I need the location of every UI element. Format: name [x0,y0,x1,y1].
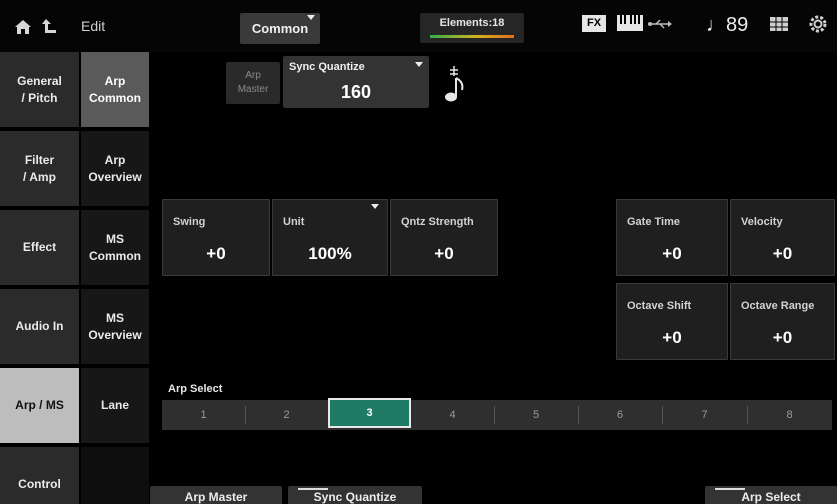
arp-select-5[interactable]: 5 [494,400,578,430]
arp-select-row: 1 2 3 4 5 6 7 8 [162,398,832,430]
qntz-strength-value: +0 [434,244,454,263]
nav-control[interactable]: Control [0,447,81,504]
swing-value: +0 [206,244,226,263]
tab-ms-common[interactable]: MS Common [81,210,149,289]
keyboard-icon [617,15,643,31]
tab-label: Arp Common [89,74,141,105]
nav-label: Filter / Amp [23,153,56,184]
arp-select-3[interactable]: 3 [328,398,411,428]
sync-quantize-bottom-button[interactable]: Sync Quantize [288,486,422,504]
swing-field[interactable]: Swing +0 [162,199,270,276]
arp-select-2[interactable]: 2 [245,400,328,430]
arp-select-label: Arp Select [168,383,223,395]
octave-range-value: +0 [772,328,793,347]
tab-ms-overview[interactable]: MS Overview [81,289,149,368]
nav-general-pitch[interactable]: General / Pitch [0,52,81,131]
gate-time-value: +0 [662,244,682,263]
nav-arp-ms[interactable]: Arp / MS [0,368,81,447]
fx-badge[interactable]: FX [582,15,606,32]
nav-label: Effect [22,240,57,255]
tab-lane[interactable]: Lane [81,368,149,447]
qntz-strength-label: Qntz Strength [401,216,474,228]
unit-label: Unit [283,216,305,228]
octave-shift-value: +0 [662,328,682,347]
gate-time-label: Gate Time [627,216,680,228]
common-part-button[interactable]: Common [240,13,320,44]
tab-label: MS Overview [88,311,142,342]
gate-time-field[interactable]: Gate Time +0 [616,199,728,276]
tab-label: Lane [100,398,129,413]
unit-value: 100% [308,244,352,263]
sync-quantize-field[interactable]: Sync Quantize 160 [283,56,429,108]
nav-label: General / Pitch [17,74,62,105]
arp-select-6[interactable]: 6 [578,400,662,430]
velocity-label: Velocity [741,216,783,228]
tab-empty [81,447,149,504]
arp-master-label: Arp Master [237,70,269,95]
tab-label: Arp Overview [88,153,142,184]
nav-filter-amp[interactable]: Filter / Amp [0,131,81,210]
velocity-value: +0 [772,244,793,263]
nav-label: Control [18,477,61,492]
edit-label: Edit [81,18,106,34]
arp-master-bottom-button[interactable]: Arp Master [150,486,282,504]
home-icon[interactable] [14,19,32,35]
gear-icon[interactable] [808,14,828,34]
primary-nav: General / Pitch Filter / Amp Effect Audi… [0,52,81,504]
octave-shift-label: Octave Shift [627,300,692,312]
grid-icon[interactable] [770,17,788,31]
sync-quantize-value: 160 [340,82,372,102]
nav-audio-in[interactable]: Audio In [0,289,81,368]
secondary-nav: Arp Common Arp Overview MS Common MS Ove… [81,52,149,504]
arp-select-4[interactable]: 4 [411,400,494,430]
arp-select-bottom-button[interactable]: Arp Select [705,486,837,504]
arp-select-1[interactable]: 1 [162,400,245,430]
qntz-strength-field[interactable]: Qntz Strength +0 [390,199,498,276]
sync-quantize-label: Sync Quantize [289,61,365,73]
arp-select-8[interactable]: 8 [747,400,832,430]
arp-master-button[interactable]: Arp Master [226,62,280,104]
unit-field[interactable]: Unit 100% [272,199,388,276]
tab-arp-overview[interactable]: Arp Overview [81,131,149,210]
dropdown-triangle-icon [307,15,315,20]
elements-indicator[interactable]: Elements:18 [420,13,524,43]
tab-arp-common[interactable]: Arp Common [81,52,149,131]
elements-label: Elements:18 [439,17,505,29]
top-bar: Edit Common Elements:18 FX ♩89 [0,0,837,52]
swing-label: Swing [173,216,206,228]
up-arrow-icon[interactable] [40,17,58,35]
arp-select-7[interactable]: 7 [662,400,747,430]
nav-label: Audio In [15,319,64,334]
elements-level-bar [430,35,514,38]
dropdown-triangle-icon [415,62,423,67]
octave-shift-field[interactable]: Octave Shift +0 [616,283,728,360]
nav-effect[interactable]: Effect [0,210,81,289]
octave-range-label: Octave Range [741,300,815,312]
tempo-display[interactable]: ♩89 [706,14,748,37]
tab-label: MS Common [89,232,141,263]
nav-label: Arp / MS [15,398,64,413]
dropdown-triangle-icon [371,204,379,209]
velocity-field[interactable]: Velocity +0 [730,199,835,276]
note-icon [445,66,464,102]
usb-icon [648,19,672,29]
octave-range-field[interactable]: Octave Range +0 [730,283,835,360]
common-part-label: Common [251,21,309,36]
